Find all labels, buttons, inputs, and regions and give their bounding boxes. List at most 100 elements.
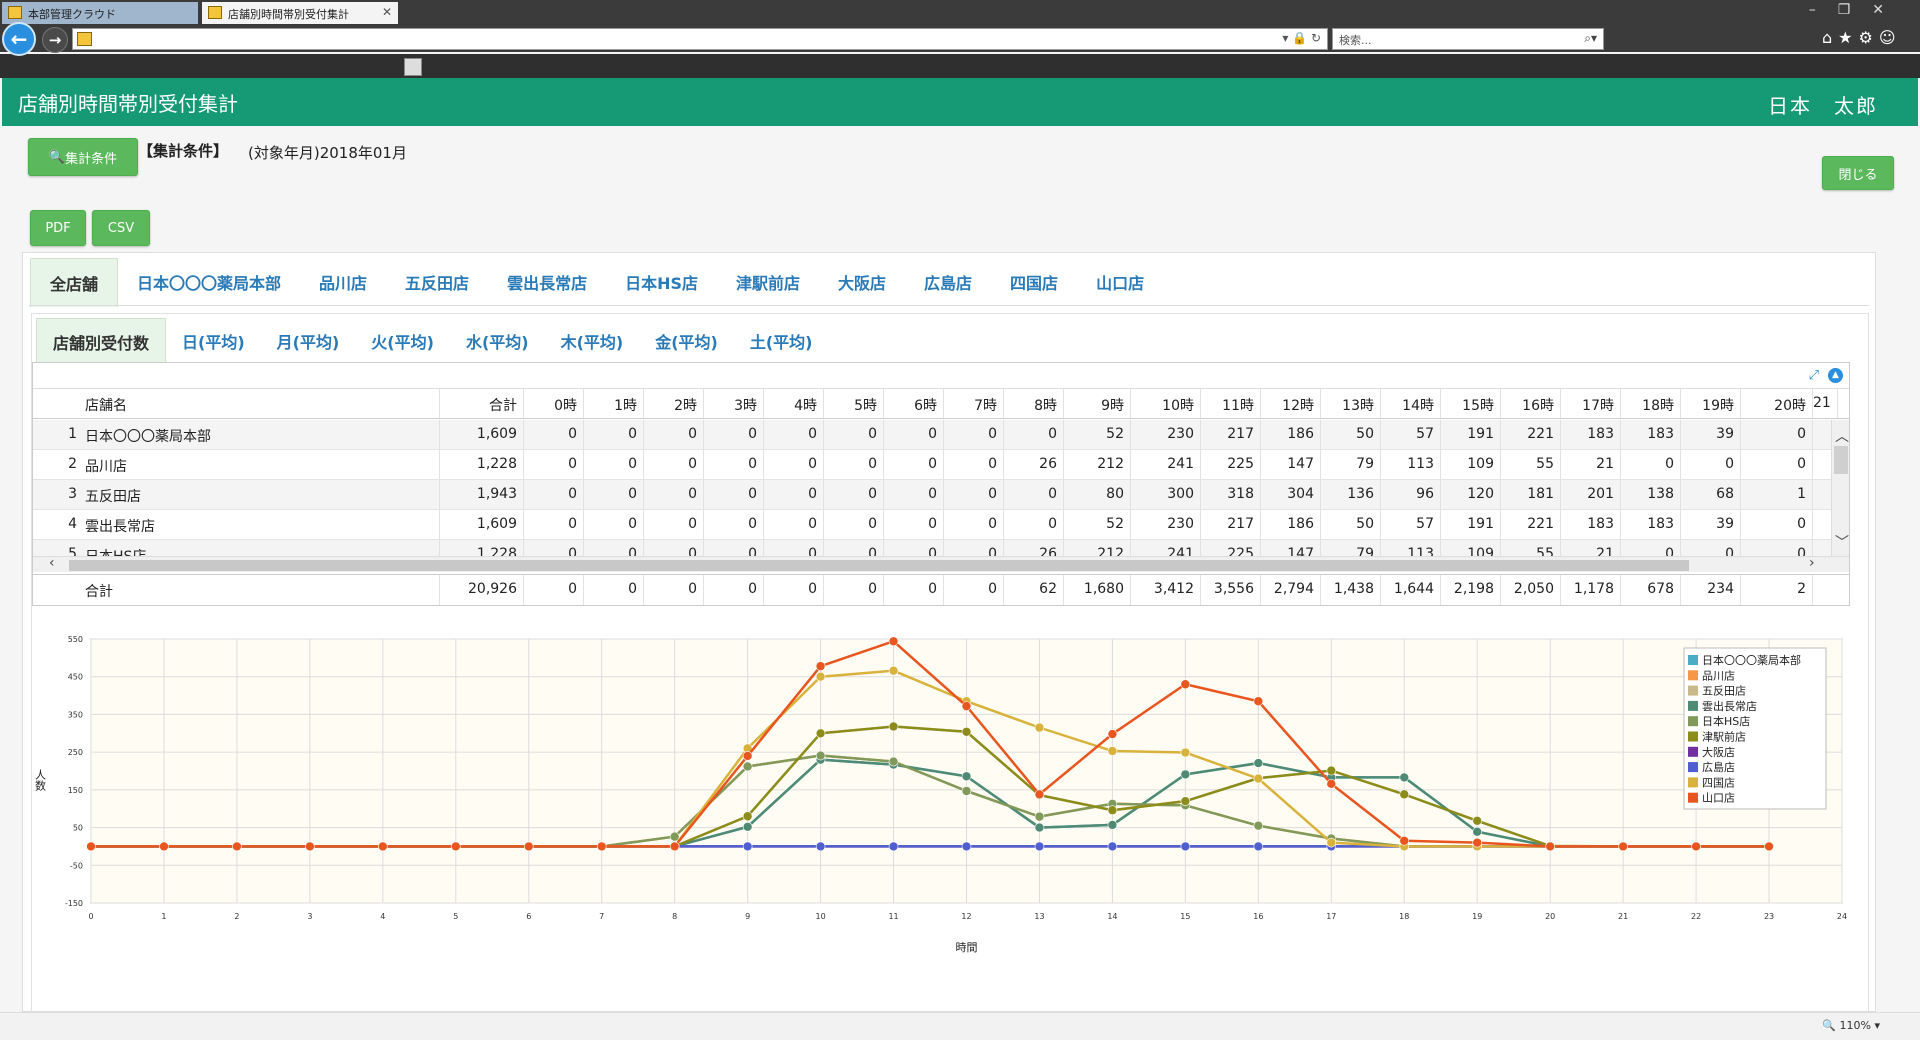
condition-button[interactable]: 🔍 集計条件 — [28, 138, 138, 176]
store-tab-10[interactable]: 山口店 — [1077, 258, 1163, 307]
data-point — [450, 841, 461, 852]
window-controls[interactable]: –❐✕ — [1809, 2, 1906, 18]
legend-swatch — [1688, 700, 1698, 711]
y-tick-label: -150 — [65, 899, 83, 908]
data-point — [159, 841, 169, 852]
store-tab-0[interactable]: 全店舗 — [30, 258, 119, 307]
search-icon[interactable]: ⌕▾ — [1584, 31, 1597, 46]
data-point — [815, 671, 826, 682]
condition-button-label: 集計条件 — [65, 151, 118, 167]
store-tab-1[interactable]: 日本〇〇〇薬局本部 — [118, 258, 300, 307]
data-point — [1253, 820, 1264, 831]
data-point — [1180, 679, 1191, 690]
tab-favicon-icon — [208, 6, 222, 19]
browser-tab-2[interactable]: 店舗別時間帯別受付集計 ✕ — [202, 2, 398, 24]
x-tick-label: 23 — [1764, 912, 1774, 921]
browser-tab-strip — [0, 54, 1920, 78]
pdf-button[interactable]: PDF — [30, 210, 86, 246]
data-point — [742, 841, 753, 852]
new-tab-icon[interactable] — [404, 58, 422, 76]
zoom-level[interactable]: 🔍 110% ▾ — [1822, 1019, 1880, 1032]
store-tab-9[interactable]: 四国店 — [991, 258, 1077, 307]
x-tick-label: 11 — [888, 912, 898, 921]
legend-label: 四国店 — [1702, 775, 1735, 789]
address-bar[interactable]: ▾ 🔒 ↻ — [72, 28, 1328, 50]
data-point — [1180, 769, 1191, 780]
data-point — [378, 841, 388, 852]
store-tab-7[interactable]: 大阪店 — [819, 258, 905, 307]
data-point — [888, 721, 899, 732]
close-tab-icon[interactable]: ✕ — [382, 5, 392, 19]
x-axis-label: 時間 — [956, 941, 978, 954]
data-point — [1253, 758, 1264, 768]
legend-swatch — [1688, 777, 1698, 788]
search-placeholder: 検索... — [1339, 34, 1372, 47]
legend-label: 品川店 — [1702, 668, 1735, 682]
legend-swatch — [1688, 792, 1698, 803]
forward-arrow-icon[interactable]: → — [42, 27, 68, 53]
close-button[interactable]: 閉じる — [1822, 156, 1894, 190]
data-point — [1253, 696, 1264, 707]
status-bar: 🔍 110% ▾ — [0, 1012, 1920, 1040]
store-tab-5[interactable]: 日本HS店 — [606, 258, 717, 307]
zoom-icon: 🔍 — [1822, 1019, 1837, 1032]
x-tick-label: 12 — [961, 912, 971, 921]
tab-favicon-icon — [8, 6, 22, 19]
x-tick-label: 10 — [815, 912, 825, 921]
y-tick-label: 50 — [73, 824, 83, 833]
data-point — [1107, 746, 1118, 756]
x-tick-label: 24 — [1837, 912, 1847, 921]
data-point — [1034, 811, 1045, 822]
x-tick-label: 20 — [1545, 912, 1555, 921]
store-tab-6[interactable]: 津駅前店 — [717, 258, 819, 307]
browser-tab-label: 本部管理クラウド — [28, 8, 116, 21]
browser-search-input[interactable]: 検索... ⌕▾ — [1332, 28, 1604, 50]
sub-panel: 店舗別受付数 日(平均) 月(平均) 火(平均) 水(平均) 木(平均) 金(平均) 土(平均… — [31, 313, 1869, 1013]
data-point — [669, 841, 680, 852]
data-point — [1326, 837, 1337, 848]
data-point — [1107, 805, 1118, 816]
legend-swatch — [1688, 716, 1698, 727]
user-name: 日本 太郎 — [1768, 94, 1878, 118]
data-point — [1326, 779, 1337, 789]
browser-tab-1[interactable]: 本部管理クラウド — [2, 2, 198, 24]
legend-swatch — [1688, 655, 1698, 665]
x-tick-label: 1 — [161, 912, 166, 921]
store-tab-3[interactable]: 五反田店 — [386, 258, 488, 307]
data-point — [1691, 841, 1701, 852]
browser-tools-icon[interactable]: ⌂★⚙☺ — [1822, 28, 1902, 47]
lock-refresh-icon[interactable]: ▾ 🔒 ↻ — [1282, 31, 1321, 45]
csv-button[interactable]: CSV — [92, 210, 150, 246]
data-point — [961, 771, 972, 782]
y-tick-label: 250 — [68, 748, 83, 757]
store-tab-4[interactable]: 雲出長常店 — [488, 258, 606, 307]
data-point — [961, 701, 972, 711]
legend-label: 日本〇〇〇薬局本部 — [1702, 653, 1801, 667]
x-tick-label: 4 — [380, 912, 385, 921]
data-point — [1034, 822, 1045, 833]
store-tab-2[interactable]: 品川店 — [300, 258, 386, 307]
data-point — [888, 756, 899, 767]
data-point — [1618, 841, 1628, 852]
data-point — [232, 841, 242, 852]
condition-heading: 【集計条件】 — [138, 142, 229, 160]
x-tick-label: 21 — [1618, 912, 1628, 921]
legend-label: 雲出長常店 — [1702, 699, 1757, 713]
x-tick-label: 19 — [1472, 912, 1482, 921]
data-point — [1107, 841, 1118, 852]
x-tick-label: 14 — [1107, 912, 1117, 921]
store-tab-8[interactable]: 広島店 — [905, 258, 991, 307]
condition-value: (対象年月)2018年01月 — [248, 144, 407, 162]
data-point — [815, 728, 826, 739]
legend-swatch — [1688, 746, 1698, 757]
data-point — [1180, 747, 1191, 758]
y-tick-label: -50 — [70, 861, 83, 870]
data-point — [1472, 815, 1483, 826]
x-tick-label: 8 — [672, 912, 677, 921]
y-tick-label: 150 — [68, 786, 83, 795]
data-point — [1034, 722, 1045, 733]
data-point — [1472, 826, 1483, 837]
line-chart: 0 1 2 3 4 5 6 7 8 9 10 11 12 13 14 15 16 17 18 19 20 21 22 23 24… — [34, 635, 1848, 954]
back-arrow-icon[interactable]: ← — [2, 22, 36, 56]
data-point — [888, 841, 899, 852]
